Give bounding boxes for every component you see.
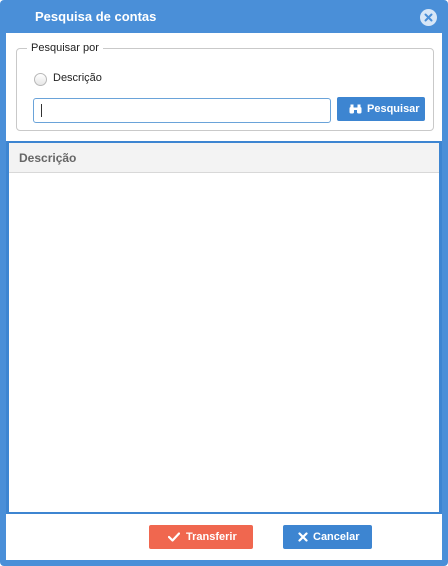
cancel-button[interactable]: Cancelar: [283, 525, 372, 549]
grid-border-right: [439, 143, 442, 512]
dialog-title: Pesquisa de contas: [35, 9, 157, 24]
binoculars-icon: [349, 104, 362, 114]
column-header-description[interactable]: Descrição: [19, 151, 76, 165]
text-caret: [41, 104, 42, 117]
description-radio-label[interactable]: Descrição: [53, 72, 102, 84]
transfer-button-label: Transferir: [186, 531, 237, 543]
dialog-titlebar: Pesquisa de contas: [0, 0, 448, 33]
transfer-button[interactable]: Transferir: [149, 525, 253, 549]
dialog-content: Pesquisar por Descrição Pesquisar Descri…: [6, 33, 442, 560]
search-fieldset: Pesquisar por Descrição Pesquisar: [16, 42, 434, 131]
check-icon: [168, 532, 180, 542]
close-button[interactable]: [420, 9, 437, 26]
cancel-button-label: Cancelar: [313, 531, 360, 543]
x-icon: [298, 532, 308, 542]
results-grid-body[interactable]: [9, 174, 439, 512]
grid-border-bottom: [6, 512, 442, 514]
description-radio[interactable]: [34, 73, 47, 86]
search-input[interactable]: [33, 98, 331, 123]
close-circle-icon: [424, 13, 433, 22]
search-legend: Pesquisar por: [27, 42, 103, 54]
search-button[interactable]: Pesquisar: [337, 97, 425, 121]
search-button-label: Pesquisar: [367, 103, 420, 115]
grid-header: Descrição: [9, 143, 439, 173]
account-search-dialog: Pesquisa de contas Pesquisar por Descriç…: [0, 0, 448, 566]
